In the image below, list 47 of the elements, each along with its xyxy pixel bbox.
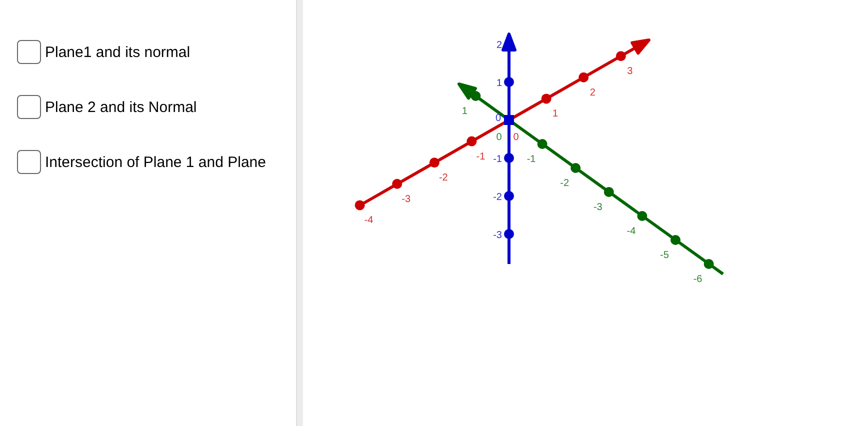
origin-point — [504, 115, 514, 125]
tick-mark — [537, 139, 548, 149]
tick-mark — [570, 163, 581, 173]
tick-mark — [504, 77, 514, 87]
tick-label: -4 — [364, 215, 374, 226]
tick-label: 1 — [552, 108, 558, 120]
tick-label: -3 — [493, 230, 502, 241]
tick-label: -6 — [693, 274, 702, 285]
tick-label: -1 — [476, 151, 486, 162]
tick-label: 1 — [462, 106, 468, 117]
tick-mark — [504, 191, 514, 201]
tick-label: 0 — [496, 132, 502, 143]
tick-mark — [466, 136, 477, 146]
tick-mark — [392, 178, 402, 189]
tick-label: -1 — [526, 154, 536, 165]
tick-label: -2 — [438, 172, 448, 184]
tick-mark — [578, 72, 589, 82]
tick-label: 2 — [590, 87, 596, 98]
checkbox[interactable] — [17, 150, 41, 174]
checkbox[interactable] — [17, 40, 41, 64]
tick-mark — [670, 235, 680, 245]
tick-label: -3 — [402, 194, 411, 205]
tick-mark — [604, 187, 614, 197]
tick-label: -2 — [560, 178, 570, 189]
tick-label: -3 — [593, 202, 602, 213]
tick-label: -5 — [660, 250, 669, 261]
tick-mark — [470, 91, 481, 101]
tick-mark — [616, 51, 626, 62]
tick-label: 1 — [496, 78, 502, 89]
tick-mark — [504, 153, 514, 163]
tick-mark — [504, 229, 514, 239]
tick-mark — [704, 259, 714, 269]
tick-mark — [354, 200, 365, 210]
tick-label: 0 — [495, 113, 501, 124]
checkbox-label[interactable]: Plane1 and its normal — [45, 44, 190, 60]
tick-label: -2 — [493, 192, 502, 203]
tick-label: 3 — [627, 66, 633, 78]
tick-mark — [429, 158, 440, 168]
tick-label: -1 — [493, 154, 502, 165]
checkbox-label[interactable]: Intersection of Plane 1 and Plane — [45, 154, 266, 170]
tick-mark — [541, 94, 552, 104]
tick-label: 2 — [496, 40, 502, 51]
checkbox[interactable] — [17, 95, 41, 119]
tick-label: 0 — [513, 132, 519, 143]
checkbox-label[interactable]: Plane 2 and its Normal — [45, 98, 197, 116]
tick-label: -4 — [626, 226, 636, 237]
tick-mark — [637, 211, 648, 221]
